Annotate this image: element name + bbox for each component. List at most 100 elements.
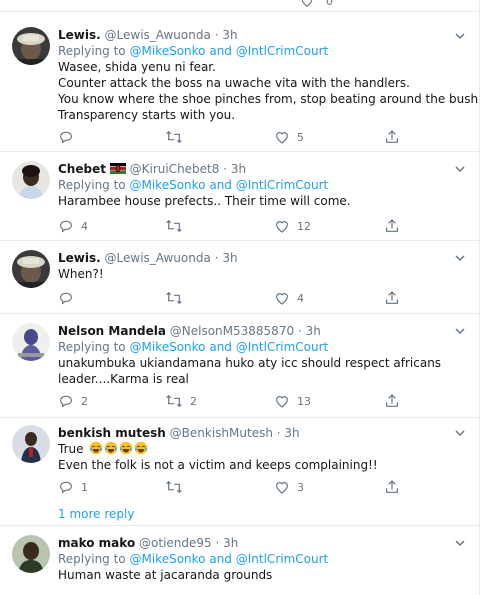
reply-button[interactable]: 2 [58,393,88,409]
user-handle[interactable]: @BenkishMutesh [170,426,273,440]
chevron-down-icon[interactable] [454,537,466,549]
tweet-actions: 4 [58,290,418,306]
like-count: 13 [297,394,311,408]
share-button[interactable] [384,479,400,495]
display-name[interactable]: Lewis. [58,28,101,42]
retweet-button[interactable]: 2 [165,393,197,409]
mention-link[interactable]: @MikeSonko [129,44,205,58]
retweet-button[interactable] [165,479,190,495]
tweet-line: Transparency starts with you. [58,108,236,122]
user-handle[interactable]: @NelsonM53885870 [170,324,294,338]
separator-dot: · [223,162,228,176]
tweet-actions: 5 [58,129,418,145]
share-icon [386,291,398,304]
tweet[interactable]: Lewis. @Lewis_Awuonda · 3h Replying to @… [0,13,479,152]
chevron-down-icon[interactable] [454,30,466,42]
like-icon [276,221,288,233]
display-name[interactable]: Lewis. [58,251,101,265]
replying-to: Replying to @MikeSonko and @IntlCrimCour… [58,339,454,355]
display-name[interactable]: Chebet [58,162,106,176]
like-icon [276,293,288,305]
timestamp[interactable]: 3h [222,251,237,265]
mention-and: and [209,552,232,566]
separator-dot: · [214,28,219,42]
avatar[interactable] [12,535,50,573]
timestamp[interactable]: 3h [231,162,246,176]
mention-link[interactable]: @IntlCrimCourt [236,552,328,566]
tweet-content: mako mako @otiende95 · 3h Replying to @M… [58,535,454,583]
reply-button[interactable]: 1 [58,479,88,495]
user-handle[interactable]: @KiruiChebet8 [130,162,220,176]
like-count: 0 [326,0,333,8]
mention-link[interactable]: @MikeSonko [129,340,205,354]
like-button[interactable]: 3 [274,479,304,495]
chevron-down-icon[interactable] [454,325,466,337]
tweet-content: Chebet @KiruiChebet8 · 3h Replying to @M… [58,161,454,209]
reply-icon [60,220,72,233]
share-icon [386,130,398,143]
like-count: 12 [297,219,311,233]
user-handle[interactable]: @Lewis_Awuonda [105,251,211,265]
avatar[interactable] [12,161,50,199]
chevron-down-icon[interactable] [454,252,466,264]
display-name[interactable]: Nelson Mandela [58,324,166,338]
avatar[interactable] [12,425,50,463]
tweet-line: Wasee, shida yenu ni fear. [58,60,216,74]
share-button[interactable] [384,218,400,234]
like-count: 5 [297,130,304,144]
kenya-flag-icon [109,163,126,174]
chevron-down-icon[interactable] [454,163,466,175]
avatar[interactable] [12,27,50,65]
share-button[interactable] [384,393,400,409]
share-icon [386,394,398,407]
chevron-down-icon[interactable] [454,427,466,439]
mention-link[interactable]: @MikeSonko [129,178,205,192]
conversation-thread: 0 Lewis. @Lewis_Awuonda · 3h Replying to… [0,0,480,595]
like-button[interactable]: 12 [274,218,311,234]
tweet-line: Human waste at jacaranda grounds [58,568,273,582]
tweet[interactable]: Nelson Mandela @NelsonM53885870 · 3h Rep… [0,315,479,418]
like-button[interactable]: 4 [274,290,304,306]
share-button[interactable] [384,129,400,145]
mention-link[interactable]: @IntlCrimCourt [236,178,328,192]
timestamp[interactable]: 3h [223,536,238,550]
like-button[interactable]: 13 [274,393,311,409]
like-icon[interactable] [300,0,314,8]
replying-label: Replying to [58,552,126,566]
share-icon [386,480,398,493]
reply-button[interactable] [58,290,81,306]
tweet[interactable]: benkish mutesh @BenkishMutesh · 3h True [0,419,479,500]
mention-link[interactable]: @IntlCrimCourt [236,340,328,354]
tweet-line: Counter attack the boss na uwache vita w… [58,76,410,90]
tweet-line: leader....Karma is real [58,372,189,386]
retweet-button[interactable] [165,290,190,306]
previous-tweet-actions: 0 [0,0,479,12]
separator-dot: · [276,426,281,440]
tweet[interactable]: Chebet @KiruiChebet8 · 3h Replying to @M… [0,153,479,241]
reply-button[interactable] [58,129,81,145]
avatar[interactable] [12,250,50,288]
like-button[interactable]: 5 [274,129,304,145]
mention-link[interactable]: @IntlCrimCourt [236,44,328,58]
reply-button[interactable]: 4 [58,218,88,234]
display-name[interactable]: benkish mutesh [58,426,166,440]
like-count: 4 [297,291,304,305]
tweet[interactable]: mako mako @otiende95 · 3h Replying to @M… [0,526,479,595]
more-replies-link[interactable]: 1 more reply [58,507,134,521]
avatar[interactable] [12,323,50,361]
user-handle[interactable]: @Lewis_Awuonda [105,28,211,42]
like-count: 3 [297,480,304,494]
retweet-button[interactable] [165,218,190,234]
retweet-button[interactable] [165,129,190,145]
timestamp[interactable]: 3h [284,426,299,440]
tweet-content: Nelson Mandela @NelsonM53885870 · 3h Rep… [58,323,454,387]
tweet-text: Human waste at jacaranda grounds [58,567,454,583]
mention-link[interactable]: @MikeSonko [129,552,205,566]
timestamp[interactable]: 3h [306,324,321,338]
tweet[interactable]: Lewis. @Lewis_Awuonda · 3h When?! 4 [0,242,479,314]
share-button[interactable] [384,290,400,306]
replying-label: Replying to [58,178,126,192]
timestamp[interactable]: 3h [222,28,237,42]
display-name[interactable]: mako mako [58,536,135,550]
user-handle[interactable]: @otiende95 [139,536,212,550]
